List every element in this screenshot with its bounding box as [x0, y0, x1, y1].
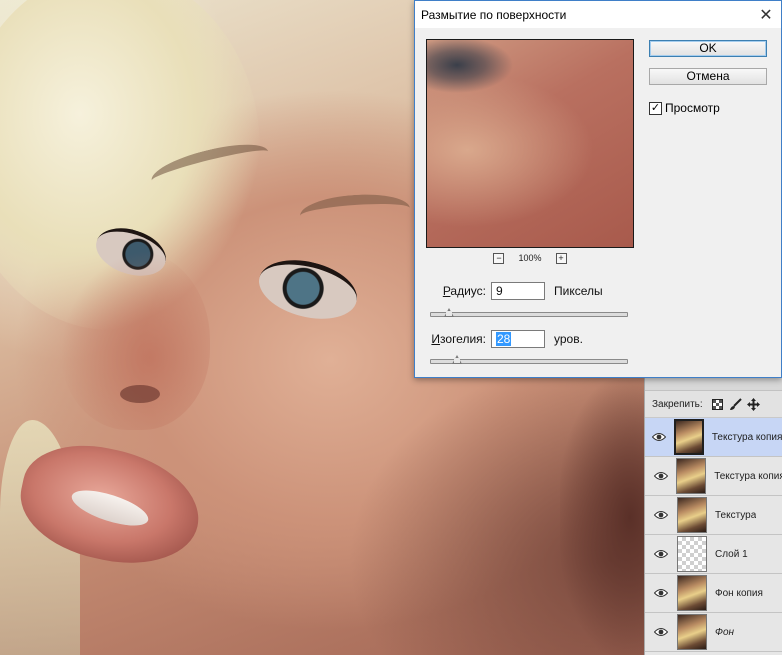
layers-panel: Закрепить: Текстура копия 2 Текстура коп… — [644, 378, 782, 655]
threshold-row: Изогелия: 28 уров. — [430, 330, 583, 348]
visibility-eye-icon[interactable] — [645, 510, 677, 520]
threshold-input[interactable]: 28 — [491, 330, 545, 348]
layer-row[interactable]: Текстура копия 2 — [645, 418, 782, 457]
layer-row[interactable]: Фон — [645, 613, 782, 652]
lock-toolbar: Закрепить: — [645, 391, 782, 418]
ok-button[interactable]: OK — [649, 40, 767, 57]
preview-zoom-controls: − 100% + — [426, 251, 634, 265]
filter-preview[interactable] — [426, 39, 634, 248]
layers-panel-top — [645, 378, 782, 391]
threshold-unit: уров. — [554, 332, 583, 346]
right-eye — [252, 250, 364, 329]
radius-unit: Пикселы — [554, 284, 603, 298]
layer-row[interactable]: Слой 1 — [645, 535, 782, 574]
preview-checkbox[interactable]: ✓ Просмотр — [649, 101, 720, 115]
zoom-level: 100% — [518, 253, 542, 263]
radius-input[interactable]: 9 — [491, 282, 545, 300]
layer-name: Фон копия — [715, 587, 763, 599]
zoom-out-button[interactable]: − — [493, 252, 505, 264]
visibility-eye-icon[interactable] — [645, 549, 677, 559]
nose — [60, 250, 210, 430]
threshold-slider[interactable] — [430, 355, 628, 367]
layer-thumbnail — [677, 614, 707, 650]
nostril — [120, 385, 160, 403]
close-icon[interactable]: ✕ — [751, 1, 781, 28]
surface-blur-dialog: Размытие по поверхности ✕ − 100% + OK От… — [414, 0, 782, 378]
layer-row[interactable]: Текстура — [645, 496, 782, 535]
visibility-eye-icon[interactable] — [645, 471, 676, 481]
layer-thumbnail — [676, 458, 707, 494]
dialog-title: Размытие по поверхности — [421, 7, 567, 22]
radius-slider-track — [430, 312, 628, 317]
right-eyebrow — [298, 191, 412, 233]
zoom-in-button[interactable]: + — [555, 252, 567, 264]
layer-name: Слой 1 — [715, 548, 748, 560]
layer-name: Фон — [715, 626, 735, 638]
layer-row[interactable]: Фон копия — [645, 574, 782, 613]
threshold-slider-thumb[interactable] — [451, 355, 462, 364]
threshold-label: Изогелия: — [431, 332, 486, 346]
visibility-eye-icon[interactable] — [645, 627, 677, 637]
layer-name: Текстура — [715, 509, 757, 521]
lock-image-pixels-icon[interactable] — [729, 397, 742, 411]
dialog-titlebar[interactable]: Размытие по поверхности ✕ — [415, 1, 781, 28]
layer-thumbnail — [677, 497, 707, 533]
visibility-eye-icon[interactable] — [645, 588, 677, 598]
radius-row: Радиус: 9 Пикселы — [430, 282, 603, 300]
preview-label: Просмотр — [665, 101, 720, 115]
lock-transparent-pixels-icon[interactable] — [711, 398, 724, 411]
threshold-value: 28 — [496, 332, 512, 346]
radius-slider[interactable] — [430, 308, 628, 320]
radius-slider-thumb[interactable] — [443, 308, 454, 317]
visibility-eye-icon[interactable] — [645, 432, 674, 442]
lock-label: Закрепить: — [652, 398, 703, 410]
cancel-button[interactable]: Отмена — [649, 68, 767, 85]
layer-name: Текстура копия — [714, 470, 782, 482]
layer-thumbnail — [677, 575, 707, 611]
layer-thumbnail — [673, 419, 704, 455]
radius-label: Радиус: — [442, 284, 486, 298]
layer-thumbnail-transparent — [677, 536, 707, 572]
checkbox-checkmark-icon[interactable]: ✓ — [649, 101, 662, 115]
layer-row[interactable]: Текстура копия — [645, 457, 782, 496]
layer-name: Текстура копия 2 — [711, 431, 782, 443]
lock-position-icon[interactable] — [746, 397, 760, 411]
